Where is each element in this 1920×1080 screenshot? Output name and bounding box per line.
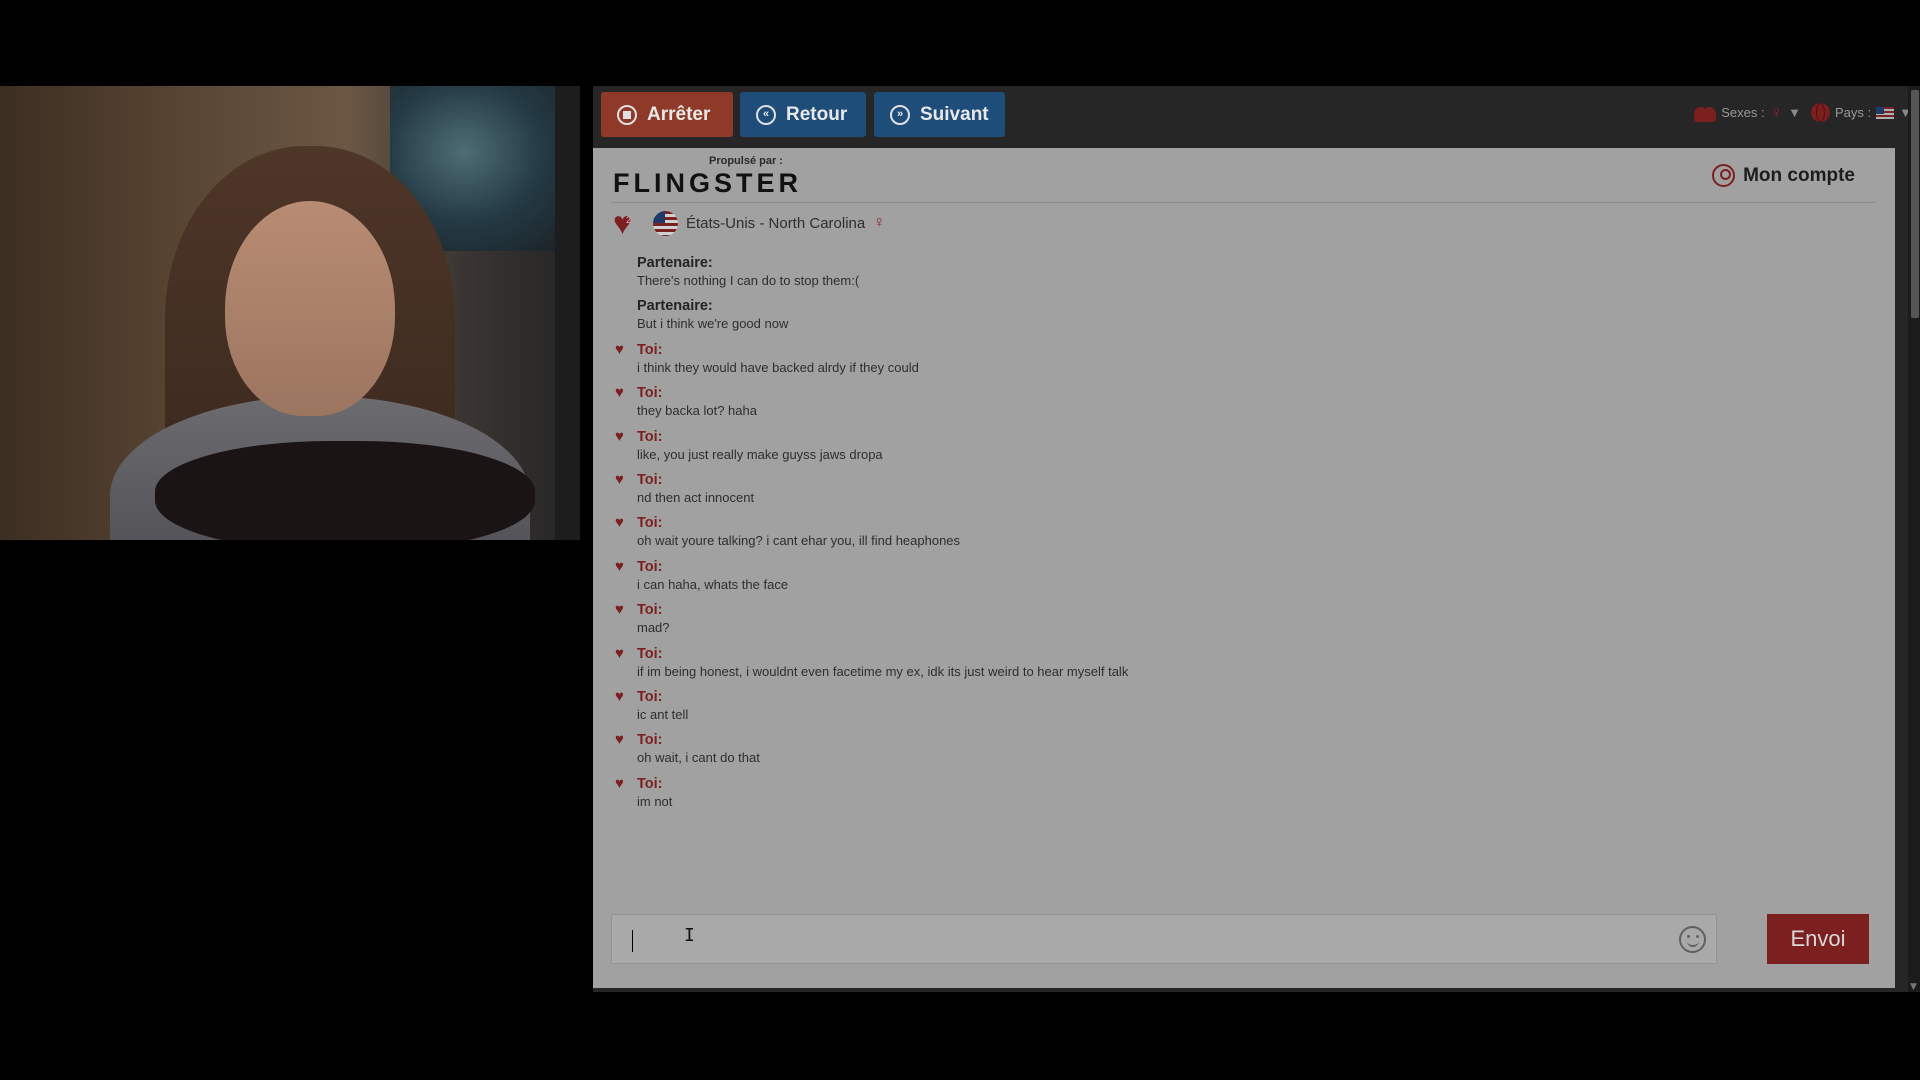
person-legs <box>155 441 535 540</box>
message-text: There's nothing I can do to stop them:( <box>637 273 860 288</box>
partner-location: États-Unis - North Carolina <box>686 214 866 232</box>
message-item: ♥ Toi: im not <box>613 775 1813 818</box>
double-chevron-right-icon: » <box>890 104 910 125</box>
emoji-icon[interactable] <box>1679 926 1706 953</box>
heart-icon: ♥ <box>615 427 624 445</box>
message-text: i think they would have backed alrdy if … <box>637 359 919 375</box>
message-text: im not <box>637 793 673 809</box>
message-item: ♥ Toi: mad? <box>613 601 1813 644</box>
message-text: oh wait, i cant do that <box>637 750 760 766</box>
message-item: ♥ Toi: like, you just really make guyss … <box>613 428 1813 471</box>
message-item: ♥ Toi: i can haha, whats the face <box>613 558 1813 601</box>
message-text: nd then act innocent <box>637 489 755 505</box>
person-face <box>225 201 395 416</box>
message-text: oh wait youre talking? i cant ehar you, … <box>637 533 961 549</box>
stop-button-label: Arrêter <box>647 103 711 125</box>
message-item: Partenaire: But i think we're good now <box>613 297 1813 340</box>
message-input[interactable]: I <box>611 914 1717 964</box>
us-flag-icon <box>653 210 678 236</box>
stop-button[interactable]: Arrêter <box>601 92 733 137</box>
message-text: But i think we're good now <box>637 316 789 332</box>
flingster-logo: FLINGSTER <box>613 168 802 198</box>
message-sender: Toi: <box>637 602 663 619</box>
message-item: ♥ Toi: ic ant tell <box>613 688 1813 731</box>
chevron-down-icon: ▼ <box>1788 105 1801 120</box>
message-sender: Partenaire: <box>637 298 713 315</box>
partner-info: ♥ 2 États-Unis - North Carolina ♀ <box>613 207 886 239</box>
people-icon <box>1694 104 1717 122</box>
female-symbol-icon: ♀ <box>873 214 886 231</box>
message-sender: Toi: <box>637 558 663 575</box>
message-item: ♥ Toi: i think they would have backed al… <box>613 341 1813 384</box>
message-sender: Partenaire: <box>637 255 713 271</box>
back-button[interactable]: « Retour <box>740 92 866 137</box>
message-text: i can haha, whats the face <box>637 576 789 592</box>
us-flag-icon <box>1876 106 1895 119</box>
female-symbol-icon: ♀ <box>1769 102 1784 122</box>
message-sender: Toi: <box>637 688 663 705</box>
webcam-frame-edge <box>555 86 580 540</box>
message-text: ic ant tell <box>637 706 689 722</box>
heart-icon: ♥ <box>615 774 624 792</box>
filter-bar: Sexes : ♀ ▼ Pays : ▼ <box>1694 102 1912 123</box>
send-button[interactable]: Envoi <box>1767 914 1869 964</box>
message-item: ♥ Toi: nd then act innocent <box>613 471 1813 514</box>
header-divider <box>611 202 1875 203</box>
chat-area: Propulsé par : FLINGSTER Mon compte ♥ 2 … <box>593 148 1895 988</box>
country-filter-label: Pays : <box>1835 105 1872 120</box>
globe-icon <box>1811 103 1830 122</box>
heart-count: 2 <box>626 215 632 225</box>
message-item: ♥ Toi: oh wait youre talking? i cant eha… <box>613 514 1813 557</box>
message-text: mad? <box>637 620 670 636</box>
message-sender: Toi: <box>637 471 663 488</box>
page-scrollbar[interactable]: ▼ <box>1908 86 1920 992</box>
heart-icon: ♥ <box>615 644 624 662</box>
back-button-label: Retour <box>786 103 848 125</box>
heart-icon: ♥ <box>615 687 624 705</box>
user-icon <box>1712 164 1736 187</box>
text-caret <box>632 930 633 952</box>
my-account-link[interactable]: Mon compte <box>1712 164 1855 187</box>
my-account-label: Mon compte <box>1743 164 1855 186</box>
message-item: Partenaire: There's nothing I can do to … <box>613 254 1813 297</box>
message-sender: Toi: <box>637 775 663 792</box>
message-sender: Toi: <box>637 341 663 358</box>
message-item: ♥ Toi: oh wait, i cant do that <box>613 731 1813 774</box>
heart-icon: ♥ <box>615 384 624 402</box>
text-cursor-icon: I <box>684 925 695 946</box>
heart-icon: ♥ <box>615 601 624 619</box>
message-list: Partenaire: There's nothing I can do to … <box>613 254 1813 818</box>
message-text: if im being honest, i wouldnt even facet… <box>637 663 1129 679</box>
message-sender: Toi: <box>637 428 663 445</box>
top-black-bar <box>0 0 1920 86</box>
heart-count-icon[interactable]: ♥ 2 <box>613 207 645 239</box>
sex-filter-label: Sexes : <box>1721 105 1765 120</box>
message-item: ♥ Toi: if im being honest, i wouldnt eve… <box>613 645 1813 688</box>
powered-by-label: Propulsé par : <box>709 155 783 167</box>
scroll-down-arrow-icon[interactable]: ▼ <box>1910 982 1917 992</box>
heart-icon: ♥ <box>615 340 624 358</box>
message-sender: Toi: <box>637 645 663 662</box>
stop-icon <box>617 104 637 125</box>
scrollbar-thumb[interactable] <box>1911 90 1919 318</box>
chat-app-panel: Arrêter « Retour » Suivant Sexes : ♀ ▼ P… <box>593 86 1920 992</box>
heart-icon: ♥ <box>615 557 624 575</box>
message-text: they backa lot? haha <box>637 403 757 419</box>
double-chevron-left-icon: « <box>756 104 776 125</box>
sex-filter-dropdown[interactable]: Sexes : ♀ ▼ <box>1694 102 1801 123</box>
heart-icon: ♥ <box>615 514 624 532</box>
next-button[interactable]: » Suivant <box>874 92 1005 137</box>
message-sender: Toi: <box>637 515 663 532</box>
next-button-label: Suivant <box>920 103 989 125</box>
message-item: ♥ Toi: they backa lot? haha <box>613 384 1813 427</box>
heart-icon: ♥ <box>615 731 624 749</box>
message-sender: Toi: <box>637 732 663 749</box>
heart-icon: ♥ <box>615 470 624 488</box>
message-text: like, you just really make guyss jaws dr… <box>637 446 883 462</box>
partner-webcam-video <box>0 86 580 540</box>
country-filter-dropdown[interactable]: Pays : ▼ <box>1811 103 1912 122</box>
message-sender: Toi: <box>637 385 663 402</box>
